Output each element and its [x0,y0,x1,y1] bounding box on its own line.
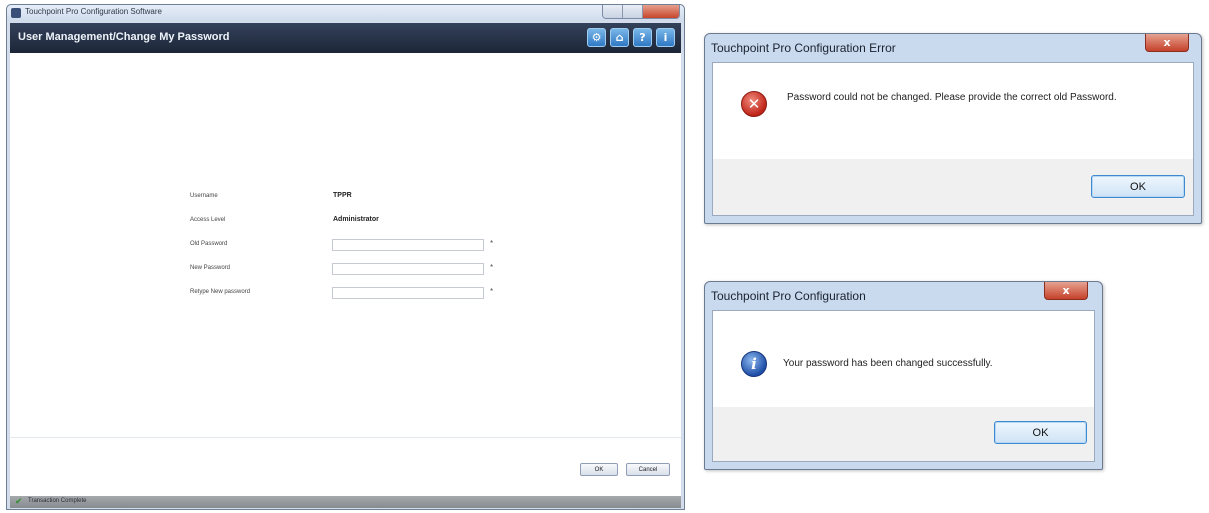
error-dialog-footer: OK [713,159,1193,215]
access-level-label: Access Level [190,217,226,223]
retype-password-label: Retype New password [190,289,251,295]
information-icon: i [741,351,767,377]
error-dialog-title: Touchpoint Pro Configuration Error [711,41,896,55]
required-mark: * [490,263,494,272]
screenshot-stage: Touchpoint Pro Configuration Software Us… [0,0,1209,513]
status-bar: ✔ Transaction Complete [10,496,681,508]
success-ok-button[interactable]: OK [994,421,1087,444]
error-icon: ✕ [741,91,767,117]
home-icon[interactable]: ⌂ [610,28,629,47]
success-dialog: Touchpoint Pro Configuration x i Your pa… [704,281,1103,470]
minimize-button[interactable] [603,5,623,18]
required-mark: * [490,239,494,248]
success-message: Your password has been changed successfu… [783,358,993,369]
maximize-button[interactable] [623,5,643,18]
content-divider [10,437,681,438]
app-icon [11,8,21,18]
username-label: Username [190,193,218,199]
cancel-button[interactable]: Cancel [626,463,670,476]
error-dialog-body: ✕ Password could not be changed. Please … [712,62,1194,216]
username-value: TPPR [333,192,352,199]
success-dialog-footer: OK [713,407,1094,461]
main-window: Touchpoint Pro Configuration Software Us… [6,4,685,510]
new-password-label: New Password [190,265,231,271]
success-dialog-body: i Your password has been changed success… [712,310,1095,462]
info-icon[interactable]: i [656,28,675,47]
ok-button[interactable]: OK [580,463,618,476]
error-dialog-titlebar: Touchpoint Pro Configuration Error x [705,34,1201,60]
error-message: Password could not be changed. Please pr… [787,92,1117,103]
error-dialog: Touchpoint Pro Configuration Error x ✕ P… [704,33,1202,224]
retype-password-input[interactable] [332,287,484,299]
page-title: User Management/Change My Password [18,31,230,43]
error-dialog-close-button[interactable]: x [1145,34,1189,52]
check-icon: ✔ [15,497,23,507]
success-dialog-title: Touchpoint Pro Configuration [711,289,866,303]
error-ok-button[interactable]: OK [1091,175,1185,198]
header-toolbar: ⚙ ⌂ ? i [587,28,675,47]
success-dialog-titlebar: Touchpoint Pro Configuration x [705,282,1102,308]
settings-icon[interactable]: ⚙ [587,28,606,47]
success-dialog-close-button[interactable]: x [1044,282,1088,300]
help-icon[interactable]: ? [633,28,652,47]
access-level-value: Administrator [333,216,379,223]
new-password-input[interactable] [332,263,484,275]
old-password-label: Old Password [190,241,228,247]
window-controls [602,5,680,19]
required-mark: * [490,287,494,296]
close-button[interactable] [643,5,679,18]
content-area: Username TPPR Access Level Administrator… [10,53,681,496]
app-header: User Management/Change My Password ⚙ ⌂ ?… [10,23,681,53]
status-text: Transaction Complete [28,498,87,504]
old-password-input[interactable] [332,239,484,251]
window-title: Touchpoint Pro Configuration Software [25,7,162,16]
window-titlebar: Touchpoint Pro Configuration Software [7,5,684,21]
